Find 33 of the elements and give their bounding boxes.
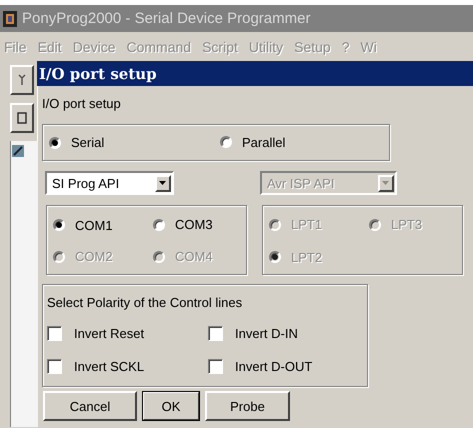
radio-button[interactable]: COM3 xyxy=(151,216,215,234)
menu-item[interactable]: Script xyxy=(198,38,245,54)
menu-item[interactable]: Wi xyxy=(356,38,384,54)
menu-item[interactable]: Edit xyxy=(34,38,69,54)
group-label: Select Polarity of the Control lines xyxy=(47,295,244,310)
checkbox[interactable]: Invert Reset xyxy=(47,326,144,340)
radio-button[interactable]: Serial xyxy=(47,134,106,152)
dialog-heading: I/O port setup xyxy=(42,96,122,112)
dialog-button[interactable]: OK xyxy=(142,391,200,421)
radio-button[interactable]: COM1 xyxy=(51,216,115,234)
caret-icon xyxy=(382,181,390,185)
menu-item[interactable]: ? xyxy=(338,38,356,54)
menu-item[interactable]: Utility xyxy=(244,38,290,54)
checkbox[interactable]: Invert SCKL xyxy=(47,358,144,374)
dialog-button[interactable]: Cancel xyxy=(43,391,137,421)
menu-item[interactable]: Device xyxy=(68,38,122,54)
radio-button[interactable]: Parallel xyxy=(218,134,288,151)
dialog-button[interactable]: Probe xyxy=(205,391,290,421)
menu-item[interactable]: File xyxy=(0,38,34,54)
checkbox[interactable]: Invert D-OUT xyxy=(208,358,312,374)
fork-icon xyxy=(17,73,27,87)
checkbox[interactable]: Invert D-IN xyxy=(208,326,298,340)
chip-icon xyxy=(11,144,25,158)
window-title: PonyProg2000 - Serial Device Programmer xyxy=(22,10,310,27)
toolbar-button[interactable] xyxy=(10,65,34,95)
app-icon xyxy=(2,10,18,26)
square-icon xyxy=(17,111,27,125)
dialog-title: I/O port setup xyxy=(39,64,157,82)
caret-icon xyxy=(159,181,167,185)
toolbar-button[interactable] xyxy=(10,103,34,133)
dropdown[interactable]: SI Prog API xyxy=(45,171,174,195)
menu-item[interactable]: Command xyxy=(122,38,198,54)
menu-item[interactable]: Setup xyxy=(290,38,338,54)
